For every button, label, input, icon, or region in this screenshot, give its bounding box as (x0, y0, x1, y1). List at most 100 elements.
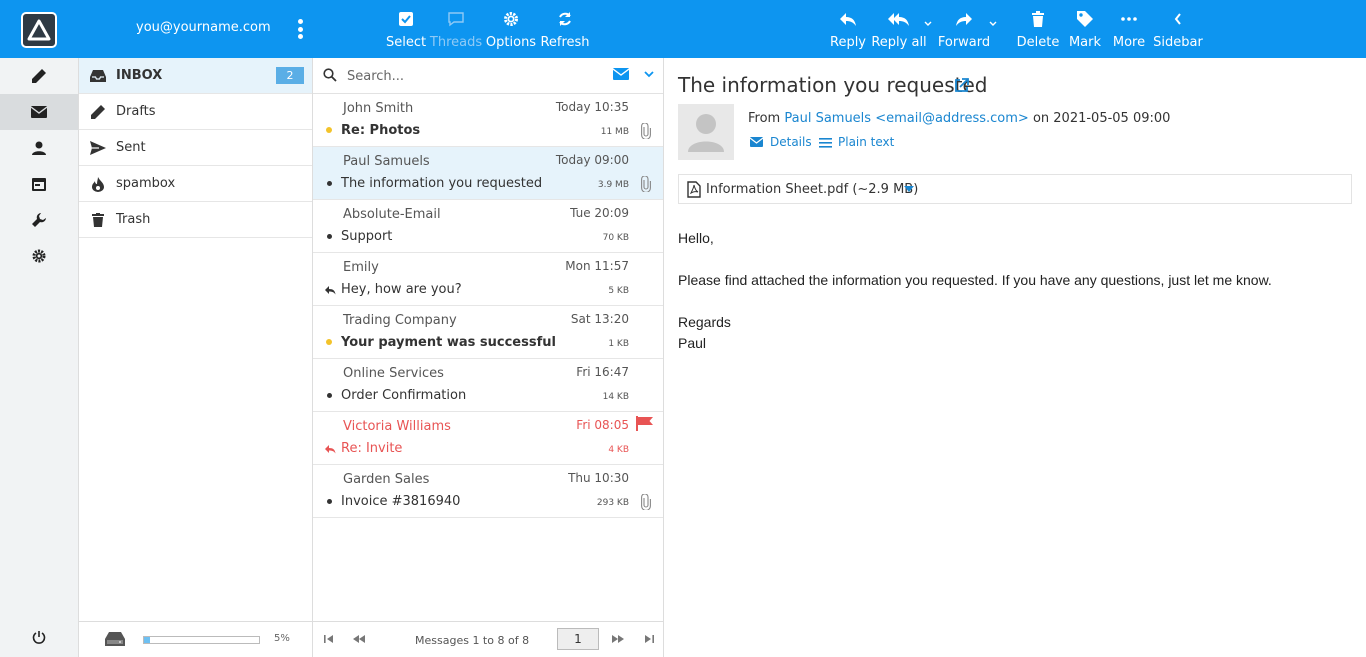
next-page-icon[interactable] (611, 634, 625, 644)
message-row[interactable]: Emily Mon 11:57 Hey, how are you? 5 KB (313, 253, 663, 306)
attachment-name: Information Sheet.pdf (~2.9 MB) (706, 182, 919, 197)
tools-nav[interactable] (0, 202, 78, 238)
details-label: Details (770, 135, 812, 149)
previous-page-icon[interactable] (352, 634, 366, 644)
envelope-icon[interactable] (613, 68, 629, 80)
page-number-input[interactable]: 1 (557, 628, 599, 650)
message-subject: The information you requested (678, 73, 988, 97)
gear-icon (32, 249, 46, 263)
body-paragraph: Paul (678, 335, 707, 351)
user-menu-icon[interactable] (292, 16, 308, 42)
folder-trash[interactable]: Trash (79, 202, 312, 238)
first-page-icon[interactable] (323, 634, 335, 644)
reply-all-label: Reply all (871, 35, 927, 50)
message-row[interactable]: Absolute-Email Tue 20:09 Support 70 KB (313, 200, 663, 253)
last-page-icon[interactable] (643, 634, 655, 644)
message-body: Hello, Please find attached the informat… (678, 228, 1272, 354)
chevron-down-icon[interactable] (644, 70, 654, 78)
pencil-icon (32, 69, 46, 83)
message-sender: Garden Sales (343, 472, 430, 487)
reply-all-chevron-down-icon[interactable] (924, 20, 932, 28)
message-size: 11 MB (600, 127, 629, 137)
threads-icon (447, 8, 465, 30)
reply-all-button[interactable]: Reply all (871, 8, 927, 52)
more-button[interactable]: More (1113, 8, 1145, 52)
fire-icon (90, 176, 106, 192)
chevron-left-icon (1173, 8, 1183, 30)
calendar-icon (32, 178, 46, 191)
caret-down-icon[interactable] (904, 186, 914, 192)
threads-button[interactable]: Threads (429, 8, 483, 52)
more-label: More (1112, 35, 1146, 50)
mail-nav[interactable] (0, 94, 78, 130)
plain-text-button[interactable]: Plain text (819, 135, 894, 149)
message-row[interactable]: Garden Sales Thu 10:30 Invoice #3816940 293… (313, 465, 663, 518)
reply-all-icon (888, 8, 910, 30)
details-button[interactable]: Details (750, 135, 812, 149)
settings-nav[interactable] (0, 238, 78, 274)
refresh-button[interactable]: Refresh (540, 8, 590, 52)
folder-label: spambox (116, 176, 176, 191)
envelope-icon (750, 137, 763, 147)
threads-label: Threads (429, 35, 483, 50)
logout-nav[interactable] (0, 619, 78, 655)
options-label: Options (485, 35, 537, 50)
delete-button[interactable]: Delete (1017, 8, 1059, 52)
send-icon (90, 140, 106, 156)
reading-pane: The information you requested From Paul … (664, 58, 1366, 657)
external-link-icon[interactable] (954, 78, 969, 93)
attachment-item[interactable]: Information Sheet.pdf (~2.9 MB) (678, 174, 1352, 204)
pencil-icon (90, 104, 106, 120)
refresh-label: Refresh (540, 35, 590, 50)
refresh-icon (557, 8, 573, 30)
quota-progress-fill (144, 637, 150, 643)
message-date: Today 10:35 (555, 100, 629, 114)
message-row[interactable]: John Smith Today 10:35 Re: Photos 11 MB (313, 94, 663, 147)
replied-icon (324, 284, 336, 299)
message-subject: Re: Invite (341, 441, 403, 456)
message-subject: Your payment was successful (341, 335, 556, 350)
message-row[interactable]: Victoria Williams Fri 08:05 Re: Invite 4 KB (313, 412, 663, 465)
inbox-icon (90, 68, 106, 84)
app-logo[interactable] (21, 12, 57, 48)
quota-percent: 5% (274, 633, 290, 644)
message-list-pane: John Smith Today 10:35 Re: Photos 11 MB Paul… (313, 58, 664, 657)
message-subject: Invoice #3816940 (341, 494, 461, 509)
folder-inbox[interactable]: INBOX 2 (79, 58, 312, 94)
folder-drafts[interactable]: Drafts (79, 94, 312, 130)
contacts-nav[interactable] (0, 130, 78, 166)
pdf-file-icon (687, 181, 701, 198)
forward-button[interactable]: Forward (938, 8, 990, 52)
reply-button[interactable]: Reply (830, 8, 866, 52)
search-input[interactable] (347, 66, 597, 86)
calendar-nav[interactable] (0, 166, 78, 202)
forward-chevron-down-icon[interactable] (989, 20, 997, 28)
folder-sent[interactable]: Sent (79, 130, 312, 166)
compose-nav[interactable] (0, 58, 78, 94)
flag-icon[interactable] (636, 416, 654, 435)
trash-icon (1031, 8, 1045, 30)
unread-dot-icon (326, 339, 332, 345)
sender-link[interactable]: Paul Samuels <email@address.com> (784, 111, 1028, 126)
folder-label: Trash (116, 212, 151, 227)
mark-button[interactable]: Mark (1068, 8, 1102, 52)
user-email[interactable]: you@yourname.com (136, 20, 271, 35)
message-subject: Support (341, 229, 393, 244)
message-row[interactable]: Trading Company Sat 13:20 Your payment was… (313, 306, 663, 359)
lines-icon (819, 137, 832, 148)
message-size: 293 KB (596, 498, 629, 508)
folder-pane: INBOX 2 Drafts Sent spambox Trash 5% (79, 58, 313, 657)
folder-label: Sent (116, 140, 146, 155)
message-row[interactable]: Online Services Fri 16:47 Order Confirmati… (313, 359, 663, 412)
message-date: Tue 20:09 (570, 206, 629, 220)
paperclip-icon (641, 493, 651, 514)
select-button[interactable]: Select (385, 8, 427, 52)
options-button[interactable]: Options (485, 8, 537, 52)
forward-icon (955, 8, 973, 30)
sidebar-button[interactable]: Sidebar (1153, 8, 1203, 52)
person-icon (688, 114, 724, 152)
power-icon (32, 631, 46, 644)
message-row[interactable]: Paul Samuels Today 09:00 The information y… (313, 147, 663, 200)
select-label: Select (385, 35, 427, 50)
folder-spambox[interactable]: spambox (79, 166, 312, 202)
